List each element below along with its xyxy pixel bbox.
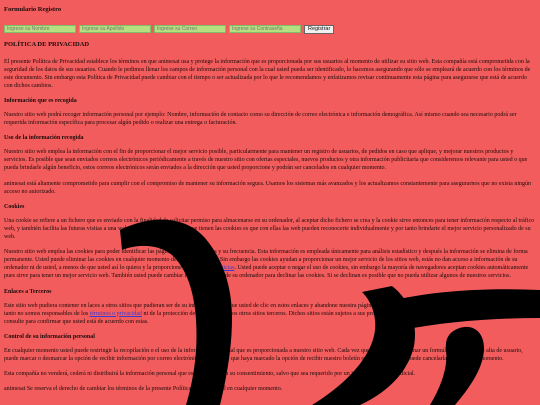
section-paragraph: Nuestro sitio web emplea la información … [4, 149, 528, 172]
password-input[interactable] [229, 25, 301, 34]
registration-form: Registrar [4, 24, 536, 34]
section-paragraph: Una cookie se refiere a un fichero que e… [4, 217, 535, 241]
page-content: Formulario Registro Registrar POLÍTICA D… [4, 4, 536, 400]
section-paragraph: Nuestro sitio web emplea las cookies par… [4, 248, 536, 280]
section-title-use: Uso de la información recogida [4, 135, 84, 142]
section-title-control: Control de su información personal [4, 333, 95, 340]
section-title-info-collected: Información que es recogida [4, 97, 77, 104]
section-paragraph: Nuestro sitio web podrá recoger informac… [4, 112, 517, 127]
policy-title: POLÍTICA DE PRIVACIDAD [4, 40, 90, 48]
section-paragraph: Esta compañía no venderá, cederá ni dist… [4, 371, 416, 378]
section-paragraph: animesat Se reserva el derecho de cambia… [4, 386, 283, 393]
section-title-third-party: Enlaces a Terceros [4, 288, 52, 295]
section-paragraph: animesat está altamente comprometido par… [4, 180, 532, 195]
register-button[interactable]: Registrar [304, 24, 335, 34]
policy-intro: El presente Política de Privacidad estab… [4, 58, 531, 89]
noticias-link[interactable]: noticias [216, 265, 235, 271]
email-input[interactable] [154, 25, 226, 34]
name-input[interactable] [4, 25, 76, 34]
section-paragraph: Este sitio web pudiera contener en laces… [4, 302, 536, 326]
section-title-cookies: Cookies [4, 203, 25, 210]
lastname-input[interactable] [79, 25, 151, 34]
terms-privacy-link[interactable]: términos o privacidad [90, 311, 142, 317]
section-paragraph: En cualquier momento usted puede restrin… [4, 347, 523, 363]
form-title: Formulario Registro [4, 6, 62, 13]
